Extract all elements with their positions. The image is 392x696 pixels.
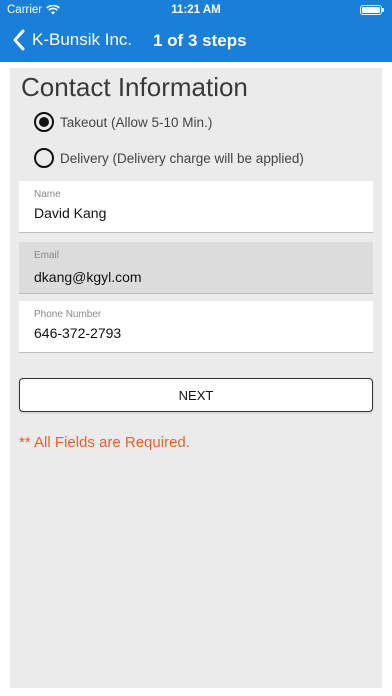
next-button[interactable]: NEXT: [19, 378, 373, 412]
email-field[interactable]: Email: [19, 242, 373, 294]
required-notice: ** All Fields are Required.: [19, 434, 190, 451]
delivery-radio[interactable]: [34, 148, 54, 168]
battery-level: [362, 7, 380, 13]
phone-input[interactable]: [34, 325, 354, 341]
step-indicator: 1 of 3 steps: [153, 31, 247, 50]
back-button[interactable]: K-Bunsik Inc.: [10, 28, 132, 52]
back-button-label: K-Bunsik Inc.: [32, 30, 133, 49]
email-input[interactable]: [34, 269, 354, 285]
option-delivery[interactable]: Delivery (Delivery charge will be applie…: [34, 148, 304, 168]
navigation-bar: Carrier 11:21 AM K-Bunsik Inc. 1 of 3 st…: [0, 0, 392, 62]
name-input[interactable]: [34, 205, 354, 221]
phone-field[interactable]: Phone Number: [19, 301, 373, 353]
chevron-left-icon: [13, 29, 25, 51]
takeout-radio[interactable]: [34, 112, 54, 132]
name-field-label: Name: [34, 189, 61, 200]
name-field[interactable]: Name: [19, 181, 373, 233]
phone-field-label: Phone Number: [34, 309, 102, 320]
delivery-label: Delivery (Delivery charge will be applie…: [60, 150, 304, 166]
takeout-label: Takeout (Allow 5-10 Min.): [60, 114, 213, 130]
contact-form-panel: Contact Information Takeout (Allow 5-10 …: [10, 68, 382, 688]
nav-row: K-Bunsik Inc. 1 of 3 steps: [0, 22, 392, 60]
status-time: 11:21 AM: [171, 4, 221, 16]
email-field-label: Email: [34, 250, 60, 261]
status-bar: Carrier 11:21 AM: [0, 0, 392, 20]
option-takeout[interactable]: Takeout (Allow 5-10 Min.): [34, 112, 212, 132]
page-title: Contact Information: [21, 72, 248, 102]
battery-icon: [360, 5, 384, 15]
